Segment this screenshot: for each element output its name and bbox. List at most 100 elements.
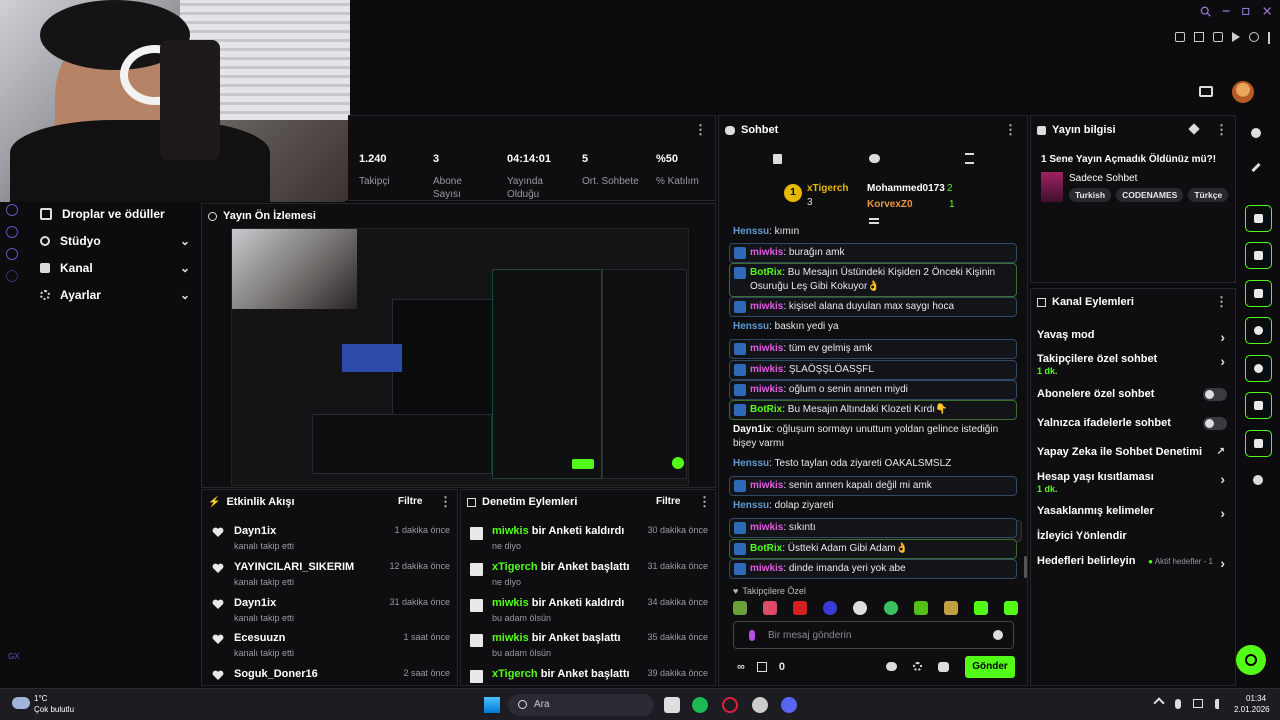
- chat-message[interactable]: Dayn1ix: oğluşum sormayı unuttum yoldan …: [729, 423, 1017, 451]
- chat-username[interactable]: Henssu: [733, 458, 769, 469]
- clock-time[interactable]: 01:34: [1246, 694, 1266, 703]
- info-icon[interactable]: [1251, 128, 1261, 138]
- chat-username[interactable]: miwkis: [750, 563, 783, 574]
- external-link-icon[interactable]: ↗: [1217, 446, 1225, 457]
- moderation-menu-icon[interactable]: ⋮: [698, 494, 711, 510]
- gift-box-icon[interactable]: [756, 662, 767, 672]
- minimize-icon[interactable]: [1221, 5, 1231, 17]
- chat-message[interactable]: miwkis: oğlum o senin annen miydi: [729, 380, 1017, 400]
- ticket-icon[interactable]: [1199, 86, 1213, 97]
- sidebar-item-studio[interactable]: Stüdyo ⌄: [40, 234, 190, 248]
- chat-username[interactable]: miwkis: [750, 522, 783, 533]
- chat-message[interactable]: Henssu: kımın: [729, 225, 1017, 239]
- chat-message[interactable]: Henssu: dolap ziyareti: [729, 499, 1017, 513]
- channel-action-item[interactable]: Abonelere özel sohbet: [1037, 388, 1227, 401]
- edit-icon[interactable]: [1188, 123, 1200, 135]
- mic-icon[interactable]: [749, 630, 755, 641]
- emote-icon[interactable]: [733, 601, 747, 615]
- channel-actions-menu-icon[interactable]: ⋮: [1215, 294, 1228, 310]
- clock-date[interactable]: 2.01.2026: [1234, 705, 1270, 714]
- leader-3-name[interactable]: KorvexZ0: [867, 199, 913, 210]
- pin-icon[interactable]: [1175, 32, 1185, 42]
- emote-icon[interactable]: [883, 601, 898, 615]
- channel-action-item[interactable]: Yasaklanmış kelimeler ›: [1037, 505, 1227, 521]
- channel-action-item[interactable]: Hesap yaşı kısıtlaması 1 dk. ›: [1037, 471, 1227, 494]
- channel-action-item[interactable]: Takipçilere özel sohbet 1 dk. ›: [1037, 353, 1227, 376]
- stream-preview-video[interactable]: [231, 228, 689, 486]
- avatar[interactable]: [1232, 81, 1254, 103]
- moderation-user[interactable]: miwkis: [492, 632, 529, 644]
- chat-username[interactable]: miwkis: [750, 480, 783, 491]
- mic-icon[interactable]: [1175, 699, 1181, 709]
- chat-message[interactable]: miwkis: burağın amk: [729, 243, 1017, 263]
- tag-chip[interactable]: Türkçe: [1188, 188, 1229, 202]
- rail-panel-button[interactable]: [1245, 392, 1272, 419]
- stats-menu-icon[interactable]: ⋮: [694, 122, 707, 138]
- toggle-switch[interactable]: [1203, 417, 1227, 430]
- chat-message[interactable]: Henssu: Testo taylan oda ziyareti OAKALS…: [729, 457, 1017, 471]
- chat-username[interactable]: miwkis: [750, 384, 783, 395]
- search-icon[interactable]: [1200, 5, 1211, 18]
- rail-chat-button[interactable]: [1245, 317, 1272, 344]
- discord-icon[interactable]: [781, 697, 797, 713]
- chat-username[interactable]: BotRix: [750, 267, 782, 278]
- toggle-switch[interactable]: [1203, 388, 1227, 401]
- leader-1-name[interactable]: xTigerch: [807, 183, 849, 194]
- tag-chip[interactable]: Turkish: [1069, 188, 1112, 202]
- chat-username[interactable]: BotRix: [750, 404, 782, 415]
- stream-info-menu-icon[interactable]: ⋮: [1215, 122, 1228, 138]
- chat-username[interactable]: Henssu: [733, 226, 769, 237]
- gear-icon[interactable]: [913, 662, 922, 671]
- rail-more-icon[interactable]: [1253, 475, 1263, 485]
- chat-username[interactable]: Dayn1ix: [733, 424, 771, 435]
- chat-message[interactable]: BotRix: Bu Mesajın Üstündeki Kişiden 2 Ö…: [729, 263, 1017, 297]
- chat-username[interactable]: miwkis: [750, 343, 783, 354]
- spotify-icon[interactable]: [692, 697, 708, 713]
- chat-message[interactable]: miwkis: dinde imanda yeri yok abe: [729, 559, 1017, 579]
- snapshot-icon[interactable]: [1194, 32, 1204, 42]
- gx-icon-2[interactable]: [6, 226, 18, 238]
- menu-icon[interactable]: [1268, 32, 1270, 44]
- channel-action-item[interactable]: İzleyici Yönlendir: [1037, 530, 1227, 542]
- chat-username[interactable]: miwkis: [750, 301, 783, 312]
- leader-2-name[interactable]: Mohammed0173: [867, 183, 945, 194]
- sidebar-item-settings[interactable]: Ayarlar ⌄: [40, 288, 190, 302]
- chat-username[interactable]: Henssu: [733, 321, 769, 332]
- chat-message[interactable]: miwkis: senin annen kapalı değil mi amk: [729, 476, 1017, 496]
- support-button[interactable]: [1236, 645, 1266, 675]
- hourglass-icon[interactable]: [965, 153, 974, 164]
- rail-lightning-button[interactable]: [1245, 242, 1272, 269]
- channel-action-item[interactable]: Hedefleri belirleyin ● Aktif hedefler - 1…: [1037, 555, 1227, 571]
- volume-icon[interactable]: [1215, 699, 1225, 709]
- restore-icon[interactable]: [1241, 5, 1251, 17]
- emote-icon[interactable]: [853, 601, 868, 615]
- trash-icon[interactable]: [773, 154, 782, 164]
- heart-icon[interactable]: [1249, 32, 1259, 42]
- shield-icon[interactable]: [1213, 32, 1223, 42]
- chat-scrollbar[interactable]: [1024, 556, 1027, 578]
- start-button[interactable]: [484, 697, 500, 713]
- channel-action-item[interactable]: Yapay Zeka ile Sohbet Denetimi ↗: [1037, 446, 1227, 458]
- chat-message[interactable]: BotRix: Bu Mesajın Altındaki Klozeti Kır…: [729, 400, 1017, 420]
- moderation-user[interactable]: xTigerch: [492, 668, 538, 680]
- send-button[interactable]: Gönder: [965, 656, 1015, 678]
- moderation-user[interactable]: xTigerch: [492, 561, 538, 573]
- gx-icon-1[interactable]: [6, 204, 18, 216]
- rail-document-button[interactable]: [1245, 280, 1272, 307]
- sidebar-item-drops[interactable]: Droplar ve ödüller: [40, 207, 190, 221]
- emote-icon[interactable]: [793, 601, 808, 615]
- chat-bubble-icon[interactable]: [869, 154, 880, 163]
- play-icon[interactable]: [1232, 32, 1240, 42]
- chat-username[interactable]: miwkis: [750, 364, 783, 375]
- chat-message[interactable]: miwkis: ŞLAÖŞŞLÖASŞFL: [729, 360, 1017, 380]
- weather-icon[interactable]: [12, 697, 30, 709]
- task-view-icon[interactable]: [664, 697, 680, 713]
- emote-icon[interactable]: [1003, 601, 1018, 615]
- chat-username[interactable]: Henssu: [733, 500, 769, 511]
- moderation-user[interactable]: miwkis: [492, 597, 529, 609]
- gx-icon-3[interactable]: [6, 248, 18, 260]
- channel-action-item[interactable]: Yalnızca ifadelerle sohbet: [1037, 417, 1227, 430]
- emote-icon[interactable]: [913, 601, 928, 615]
- tag-chip[interactable]: CODENAMES: [1116, 188, 1184, 202]
- monitor-icon[interactable]: [1193, 699, 1203, 708]
